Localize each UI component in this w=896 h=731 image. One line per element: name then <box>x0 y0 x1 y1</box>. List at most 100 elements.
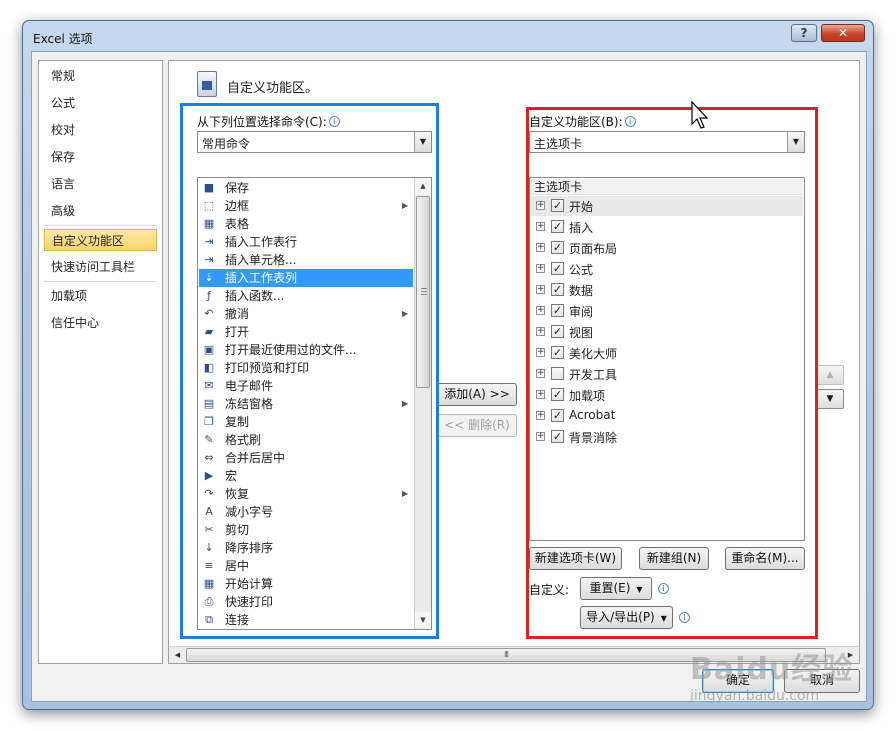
command-item[interactable]: ⎙ 快速打印 <box>199 593 413 611</box>
commands-list[interactable]: ■ 保存 ⬚ 边框 ▶ ▦ 表格 ⇥ 插入工作表行 ⇥ 插入单元格... ⇣ 插入工作表列 ƒ 插入函数..… <box>197 177 432 630</box>
command-item[interactable]: ≡ 居中 <box>199 557 413 575</box>
command-item[interactable]: ⇥ 插入单元格... <box>199 251 413 269</box>
reset-button[interactable]: 重置(E) ▼ <box>580 577 652 600</box>
tab-checkbox[interactable]: ✓ <box>551 430 564 443</box>
command-item[interactable]: ◧ 打印预览和打印 <box>199 359 413 377</box>
title-bar[interactable]: Excel 选项 ? ✕ <box>23 21 873 51</box>
add-button[interactable]: 添加(A) >> <box>437 383 517 406</box>
tab-checkbox[interactable]: ✓ <box>551 346 564 359</box>
tab-checkbox[interactable]: ✓ <box>551 388 564 401</box>
expand-icon[interactable]: + <box>536 369 545 378</box>
tab-checkbox[interactable]: ✓ <box>551 283 564 296</box>
command-item[interactable]: ⬚ 边框 ▶ <box>199 197 413 215</box>
nav-item-add-ins[interactable]: 加载项 <box>44 285 157 307</box>
tab-checkbox[interactable]: ✓ <box>551 325 564 338</box>
nav-item-proofing[interactable]: 校对 <box>44 119 157 141</box>
import-export-button[interactable]: 导入/导出(P) ▼ <box>580 606 673 629</box>
tab-checkbox[interactable]: ✓ <box>551 241 564 254</box>
scroll-left-icon[interactable]: ◀ <box>169 647 186 663</box>
cancel-button[interactable]: 取消 <box>784 669 860 693</box>
tab-checkbox[interactable]: ✓ <box>551 220 564 233</box>
command-item[interactable]: ⇥ 插入工作表行 <box>199 233 413 251</box>
command-item[interactable]: ▤ 冻结窗格 ▶ <box>199 395 413 413</box>
scroll-right-icon[interactable]: ▶ <box>842 647 859 663</box>
scroll-down-icon[interactable]: ▼ <box>415 612 431 629</box>
move-down-button[interactable]: ▼ <box>816 389 844 409</box>
command-item[interactable]: ▦ 开始计算 <box>199 575 413 593</box>
ribbon-tab-item[interactable]: + ✓ 加载项 <box>531 385 803 405</box>
ribbon-tab-item[interactable]: + ✓ 页面布局 <box>531 238 803 258</box>
nav-item-trust-center[interactable]: 信任中心 <box>44 312 157 334</box>
close-button[interactable]: ✕ <box>821 24 865 42</box>
nav-item-formulas[interactable]: 公式 <box>44 92 157 114</box>
ribbon-tab-item[interactable]: + ✓ 美化大师 <box>531 343 803 363</box>
ribbon-tab-item[interactable]: + ✓ 公式 <box>531 259 803 279</box>
expand-icon[interactable]: + <box>536 264 545 273</box>
nav-item-quick-access-toolbar[interactable]: 快速访问工具栏 <box>44 256 157 278</box>
chevron-down-icon[interactable]: ▼ <box>414 132 431 152</box>
nav-item-save[interactable]: 保存 <box>44 146 157 168</box>
ribbon-tabs-tree[interactable]: 主选项卡 + ✓ 开始 + ✓ 插入 + ✓ 页面布局 + ✓ 公式 + ✓ 数据 + ✓ 审阅 + ✓ 视图 + ✓ 美化大… <box>529 177 805 541</box>
nav-item-language[interactable]: 语言 <box>44 173 157 195</box>
expand-icon[interactable]: + <box>536 243 545 252</box>
expand-icon[interactable]: + <box>536 327 545 336</box>
ribbon-tab-item[interactable]: + ✓ 数据 <box>531 280 803 300</box>
new-tab-button[interactable]: 新建选项卡(W) <box>529 547 622 570</box>
tab-checkbox[interactable]: ✓ <box>551 199 564 212</box>
tab-checkbox[interactable]: ✓ <box>551 409 564 422</box>
rename-button[interactable]: 重命名(M)... <box>725 547 805 570</box>
ribbon-tab-item[interactable]: + ✓ 背景消除 <box>531 427 803 447</box>
command-item[interactable]: ↶ 撤消 ▶ <box>199 305 413 323</box>
ribbon-tab-item[interactable]: + ✓ 审阅 <box>531 301 803 321</box>
command-item[interactable]: ▣ 打开最近使用过的文件... <box>199 341 413 359</box>
ribbon-tab-item[interactable]: + ✓ Acrobat <box>531 406 803 426</box>
scroll-thumb[interactable] <box>416 196 430 388</box>
nav-item-general[interactable]: 常规 <box>44 65 157 87</box>
horizontal-scroll-thumb[interactable]: III <box>186 648 826 662</box>
expand-icon[interactable]: + <box>536 432 545 441</box>
ribbon-tab-item[interactable]: + 开发工具 <box>531 364 803 384</box>
command-item[interactable]: ⇣ 插入工作表列 <box>199 269 413 287</box>
ribbon-tab-item[interactable]: + ✓ 视图 <box>531 322 803 342</box>
command-item[interactable]: ⧉ 连接 <box>199 611 413 629</box>
expand-icon[interactable]: + <box>536 201 545 210</box>
ribbon-tab-item[interactable]: + ✓ 开始 <box>531 196 803 216</box>
expand-icon[interactable]: + <box>536 222 545 231</box>
command-item[interactable]: ↓ 降序排序 <box>199 539 413 557</box>
tab-checkbox[interactable]: ✓ <box>551 304 564 317</box>
command-item[interactable]: ▶ 宏 <box>199 467 413 485</box>
choose-commands-dropdown[interactable]: 常用命令 ▼ <box>197 131 432 153</box>
help-button[interactable]: ? <box>791 24 817 42</box>
command-item[interactable]: ✉ 电子邮件 <box>199 377 413 395</box>
command-item[interactable]: A 减小字号 <box>199 503 413 521</box>
command-item[interactable]: ▦ 表格 <box>199 215 413 233</box>
command-item[interactable]: ▰ 打开 <box>199 323 413 341</box>
expand-icon[interactable]: + <box>536 348 545 357</box>
expand-icon[interactable]: + <box>536 411 545 420</box>
customize-ribbon-dropdown[interactable]: 主选项卡 ▼ <box>529 131 805 153</box>
command-item[interactable]: ■ 保存 <box>199 179 413 197</box>
nav-item-customize-ribbon[interactable]: 自定义功能区 <box>44 229 157 251</box>
expand-icon[interactable]: + <box>536 390 545 399</box>
ribbon-tab-item[interactable]: + ✓ 插入 <box>531 217 803 237</box>
nav-item-advanced[interactable]: 高级 <box>44 200 157 222</box>
command-item[interactable]: ❐ 复制 <box>199 413 413 431</box>
command-item[interactable]: ✎ 格式刷 <box>199 431 413 449</box>
remove-button[interactable]: << 删除(R) <box>437 414 517 437</box>
ok-button[interactable]: 确定 <box>702 669 774 693</box>
tab-checkbox[interactable]: ✓ <box>551 262 564 275</box>
command-item[interactable]: ⇔ 合并后居中 <box>199 449 413 467</box>
format-painter-icon: ✎ <box>204 433 214 446</box>
expand-icon[interactable]: + <box>536 285 545 294</box>
move-up-button[interactable]: ▲ <box>816 365 844 385</box>
tab-checkbox[interactable] <box>551 367 564 380</box>
horizontal-scrollbar[interactable]: ◀ III ▶ <box>169 646 859 663</box>
new-group-button[interactable]: 新建组(N) <box>639 547 709 570</box>
command-item[interactable]: ƒ 插入函数... <box>199 287 413 305</box>
expand-icon[interactable]: + <box>536 306 545 315</box>
commands-scrollbar[interactable]: ▲ ▼ <box>414 178 431 629</box>
command-item[interactable]: ↷ 恢复 ▶ <box>199 485 413 503</box>
scroll-up-icon[interactable]: ▲ <box>415 178 431 195</box>
command-item[interactable]: ✂ 剪切 <box>199 521 413 539</box>
chevron-down-icon[interactable]: ▼ <box>787 132 804 152</box>
